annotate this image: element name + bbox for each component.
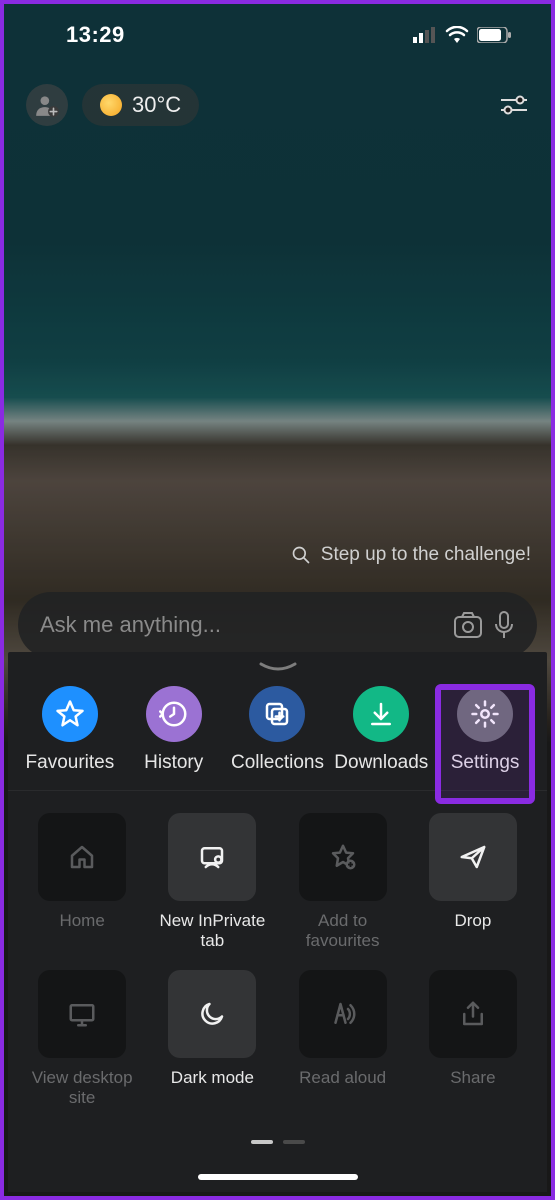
send-icon	[429, 813, 517, 901]
quick-label: Collections	[231, 752, 324, 774]
tile-label: Dark mode	[171, 1068, 254, 1108]
desktop-icon	[38, 970, 126, 1058]
quick-label: Favourites	[26, 752, 115, 774]
quick-favourites[interactable]: Favourites	[20, 686, 120, 774]
tile-label: Read aloud	[299, 1068, 386, 1108]
weather-pill[interactable]: 30°C	[82, 84, 199, 126]
battery-icon	[477, 27, 511, 43]
weather-temp: 30°C	[132, 92, 181, 118]
clock: 13:29	[66, 22, 125, 48]
quick-settings[interactable]: Settings	[435, 686, 535, 774]
sliders-icon	[499, 94, 529, 116]
tile-label: Add to favourites	[287, 911, 399, 952]
search-input[interactable]	[40, 612, 443, 638]
tile-label: Home	[59, 911, 104, 951]
share-icon	[429, 970, 517, 1058]
menu-panel: Favourites History Collections Downloads…	[8, 652, 547, 1192]
inprivate-icon	[168, 813, 256, 901]
tile-new-inprivate-tab[interactable]: New InPrivate tab	[156, 813, 268, 952]
camera-icon[interactable]	[453, 611, 483, 639]
tile-home: Home	[26, 813, 138, 952]
gear-icon	[457, 686, 513, 742]
tile-label: Share	[450, 1068, 495, 1108]
home-indicator[interactable]	[198, 1174, 358, 1180]
search-hint-text: Step up to the challenge!	[321, 544, 531, 566]
home-icon	[38, 813, 126, 901]
tile-drop[interactable]: Drop	[417, 813, 529, 952]
tile-label: New InPrivate tab	[156, 911, 268, 952]
read-aloud-icon	[299, 970, 387, 1058]
quick-label: Downloads	[334, 752, 428, 774]
tile-read-aloud: Read aloud	[287, 970, 399, 1109]
download-icon	[353, 686, 409, 742]
person-add-icon	[34, 92, 60, 118]
quick-label: Settings	[451, 752, 520, 774]
star-add-icon	[299, 813, 387, 901]
microphone-icon[interactable]	[493, 610, 515, 640]
search-hint[interactable]: Step up to the challenge!	[291, 544, 531, 566]
page-settings-button[interactable]	[499, 94, 529, 116]
drag-handle[interactable]	[257, 660, 299, 676]
status-bar: 13:29	[4, 22, 551, 48]
star-icon	[42, 686, 98, 742]
quick-history[interactable]: History	[124, 686, 224, 774]
tile-add-to-favourites: Add to favourites	[287, 813, 399, 952]
actions-grid: Home New InPrivate tab Add to favourites…	[8, 791, 547, 1109]
search-bar[interactable]	[18, 592, 537, 658]
history-icon	[146, 686, 202, 742]
quick-downloads[interactable]: Downloads	[331, 686, 431, 774]
pager-dot[interactable]	[251, 1140, 273, 1144]
tile-dark-mode[interactable]: Dark mode	[156, 970, 268, 1109]
quick-label: History	[144, 752, 203, 774]
pager-dot[interactable]	[283, 1140, 305, 1144]
quick-actions-row: Favourites History Collections Downloads…	[8, 678, 547, 791]
tile-view-desktop-site: View desktop site	[26, 970, 138, 1109]
tile-label: View desktop site	[26, 1068, 138, 1109]
search-icon	[291, 545, 311, 565]
tile-share: Share	[417, 970, 529, 1109]
sun-icon	[100, 94, 122, 116]
profile-button[interactable]	[26, 84, 68, 126]
quick-collections[interactable]: Collections	[227, 686, 327, 774]
cellular-signal-icon	[413, 27, 437, 43]
pager	[8, 1140, 547, 1144]
collections-icon	[249, 686, 305, 742]
tile-label: Drop	[454, 911, 491, 951]
wifi-icon	[445, 26, 469, 44]
moon-icon	[168, 970, 256, 1058]
